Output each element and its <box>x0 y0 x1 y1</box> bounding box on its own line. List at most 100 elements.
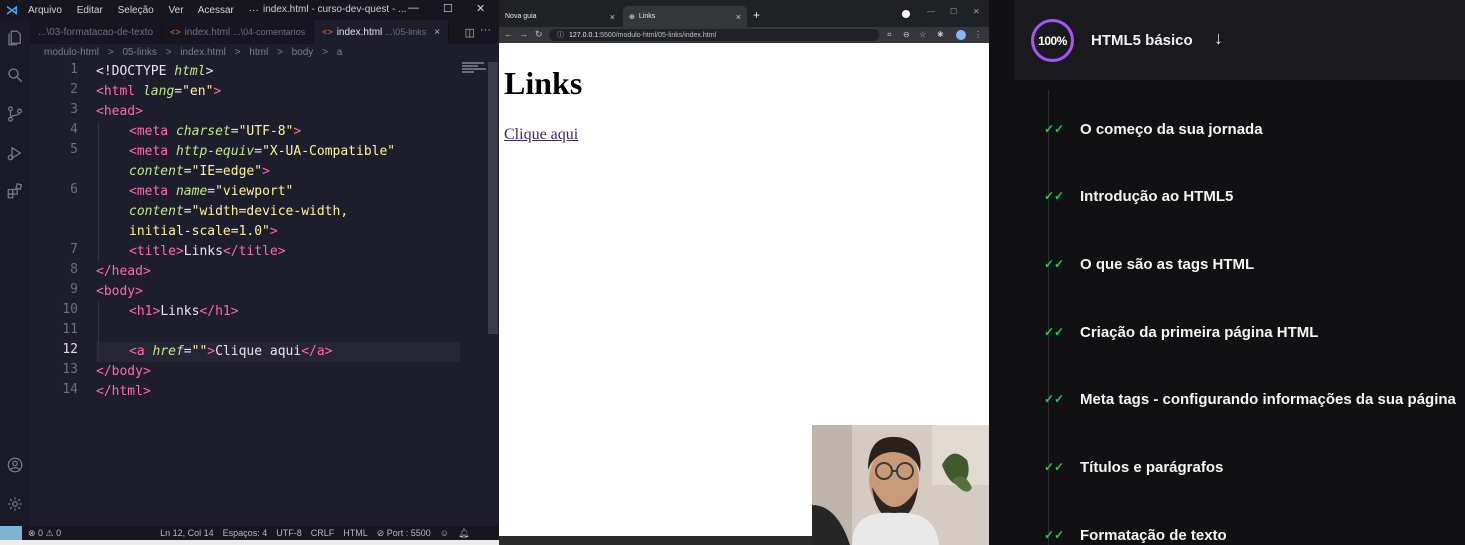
tab-links[interactable]: <> index.html ...\05-links × <box>314 20 450 44</box>
extensions-puzzle-icon[interactable]: ✱ <box>937 30 944 39</box>
code-line: <html lang="en"> <box>96 84 222 99</box>
live-server-port[interactable]: ⊘ Port : 5500 <box>377 528 431 539</box>
breadcrumb-item[interactable]: 05-links <box>122 47 156 58</box>
vscode-window: ⋊ Arquivo Editar Seleção Ver Acessar ···… <box>0 0 499 545</box>
double-check-icon: ✓✓ <box>1044 460 1065 474</box>
close-icon[interactable]: ✕ <box>973 7 980 16</box>
translate-icon[interactable]: ⌗ <box>887 30 892 40</box>
lesson-item[interactable]: ✓✓ O que são as tags HTML <box>1044 253 1254 275</box>
run-debug-icon[interactable] <box>5 143 25 163</box>
menu-ver[interactable]: Ver <box>169 5 184 16</box>
remote-indicator[interactable] <box>0 526 22 540</box>
code-line: </html> <box>96 384 151 399</box>
breadcrumb-item[interactable]: modulo-html <box>44 47 99 58</box>
lesson-item[interactable]: ✓✓ Meta tags - configurando informações … <box>1044 388 1456 410</box>
zoom-icon[interactable]: ⊖ <box>903 30 910 39</box>
lesson-title: Criação da primeira página HTML <box>1080 323 1319 341</box>
webcam-overlay <box>812 425 989 545</box>
lesson-item[interactable]: ✓✓ Criação da primeira página HTML <box>1044 321 1318 343</box>
tab-label: ...\03-formatacao-de-texto <box>38 26 154 38</box>
tab-close-icon[interactable]: × <box>434 27 440 38</box>
double-check-icon: ✓✓ <box>1044 325 1065 339</box>
tab-label: Links <box>638 13 656 20</box>
arrow-down-icon[interactable]: ↓ <box>1214 28 1223 49</box>
double-check-icon: ✓✓ <box>1044 189 1065 203</box>
module-title: HTML5 básico <box>1091 32 1193 49</box>
encoding[interactable]: UTF-8 <box>276 528 302 538</box>
line-number: 2 <box>70 82 78 97</box>
page-link-clique-aqui[interactable]: Clique aqui <box>504 126 578 144</box>
line-number: 13 <box>62 362 78 377</box>
problems-indicator[interactable]: ⊗ 0 ⚠ 0 <box>28 528 61 539</box>
tab-close-icon[interactable]: × <box>610 12 615 22</box>
browser-menu-icon[interactable]: ⋮ <box>974 30 982 39</box>
gear-icon[interactable] <box>5 494 25 514</box>
breadcrumb-item[interactable]: index.html <box>180 47 226 58</box>
line-number: 10 <box>62 302 78 317</box>
new-tab-button[interactable]: + <box>753 8 760 22</box>
line-number: 7 <box>70 242 78 257</box>
code-line-wrap: content="width=device-width, <box>129 204 349 219</box>
extensions-icon[interactable] <box>5 181 25 201</box>
tab-formatacao[interactable]: ...\03-formatacao-de-texto <box>30 20 163 44</box>
lesson-item[interactable]: ✓✓ Introdução ao HTML5 <box>1044 185 1233 207</box>
menu-more[interactable]: ··· <box>249 5 259 16</box>
tab-close-icon[interactable]: × <box>736 12 741 22</box>
end-of-line[interactable]: CRLF <box>311 528 335 538</box>
tab-label: index.html <box>336 26 383 38</box>
browser-tab-new[interactable]: Nova guia × <box>499 6 621 27</box>
window-title: index.html - curso-dev-quest - ... <box>263 4 407 15</box>
source-control-icon[interactable] <box>5 104 25 124</box>
lesson-title: Introdução ao HTML5 <box>1080 187 1234 205</box>
lesson-title: O começo da sua jornada <box>1080 120 1263 138</box>
status-bar: ⊗ 0 ⚠ 0 Ln 12, Col 14 Espaços: 4 UTF-8 C… <box>0 526 499 540</box>
forward-icon[interactable]: → <box>519 29 528 39</box>
breadcrumb-item[interactable]: body <box>292 47 314 58</box>
breadcrumb-sep: > <box>234 47 241 58</box>
menu-editar[interactable]: Editar <box>77 5 103 16</box>
module-header[interactable]: 100% HTML5 básico ↓ <box>1014 0 1465 80</box>
more-actions-icon[interactable]: ··· <box>480 24 491 36</box>
breadcrumb: modulo-html > 05-links > index.html > ht… <box>44 47 348 58</box>
minimap[interactable] <box>462 62 488 74</box>
language-mode[interactable]: HTML <box>343 528 368 538</box>
activity-bar <box>0 20 30 526</box>
reload-icon[interactable]: ↻ <box>535 29 543 40</box>
code-line: <body> <box>96 284 143 299</box>
line-number: 9 <box>70 282 78 297</box>
code-line-wrap: initial-scale=1.0"> <box>129 224 278 239</box>
lesson-title: Títulos e parágrafos <box>1080 458 1224 476</box>
browser-tab-links[interactable]: ⊕ Links × <box>623 6 747 27</box>
account-icon[interactable] <box>5 455 25 475</box>
breadcrumb-item[interactable]: a <box>337 47 343 58</box>
feedback-icon[interactable]: ☺ <box>440 528 449 538</box>
site-info-icon[interactable]: ⓘ <box>557 30 564 40</box>
maximize-icon[interactable]: ☐ <box>950 7 957 16</box>
bell-icon[interactable]: 🔔︎ <box>458 528 469 539</box>
bookmark-star-icon[interactable]: ☆ <box>919 30 926 39</box>
indentation[interactable]: Espaços: 4 <box>223 528 268 538</box>
menu-arquivo[interactable]: Arquivo <box>28 5 62 16</box>
split-editor-icon[interactable]: ◫ <box>465 26 475 39</box>
search-icon[interactable] <box>5 65 25 85</box>
line-number-active: 12 <box>62 342 78 357</box>
menu-acessar[interactable]: Acessar <box>198 5 234 16</box>
minimize-icon[interactable]: — <box>408 2 419 14</box>
editor-tabs: ...\03-formatacao-de-texto <> index.html… <box>30 20 499 44</box>
lesson-item[interactable]: ✓✓ Títulos e parágrafos <box>1044 456 1223 478</box>
menu-selecao[interactable]: Seleção <box>118 5 154 16</box>
editor-scrollbar[interactable] <box>488 62 498 334</box>
minimize-icon[interactable]: — <box>927 7 935 16</box>
back-icon[interactable]: ← <box>504 29 513 39</box>
address-bar[interactable]: ⓘ 127.0.0.1 :5500/modulo-html/05-links/i… <box>549 29 879 41</box>
lesson-item[interactable]: ✓✓ O começo da sua jornada <box>1044 118 1263 140</box>
close-icon[interactable]: ✕ <box>476 2 485 15</box>
explorer-icon[interactable] <box>5 28 25 48</box>
maximize-icon[interactable]: ☐ <box>443 2 453 15</box>
breadcrumb-item[interactable]: html <box>249 47 268 58</box>
profile-avatar[interactable] <box>956 30 966 40</box>
html-file-icon: <> <box>322 27 333 37</box>
lesson-item[interactable]: ✓✓ Formatação de texto <box>1044 524 1227 545</box>
cursor-position[interactable]: Ln 12, Col 14 <box>160 528 214 538</box>
tab-comentarios[interactable]: <> index.html ...\04-comentarios <box>162 20 315 44</box>
